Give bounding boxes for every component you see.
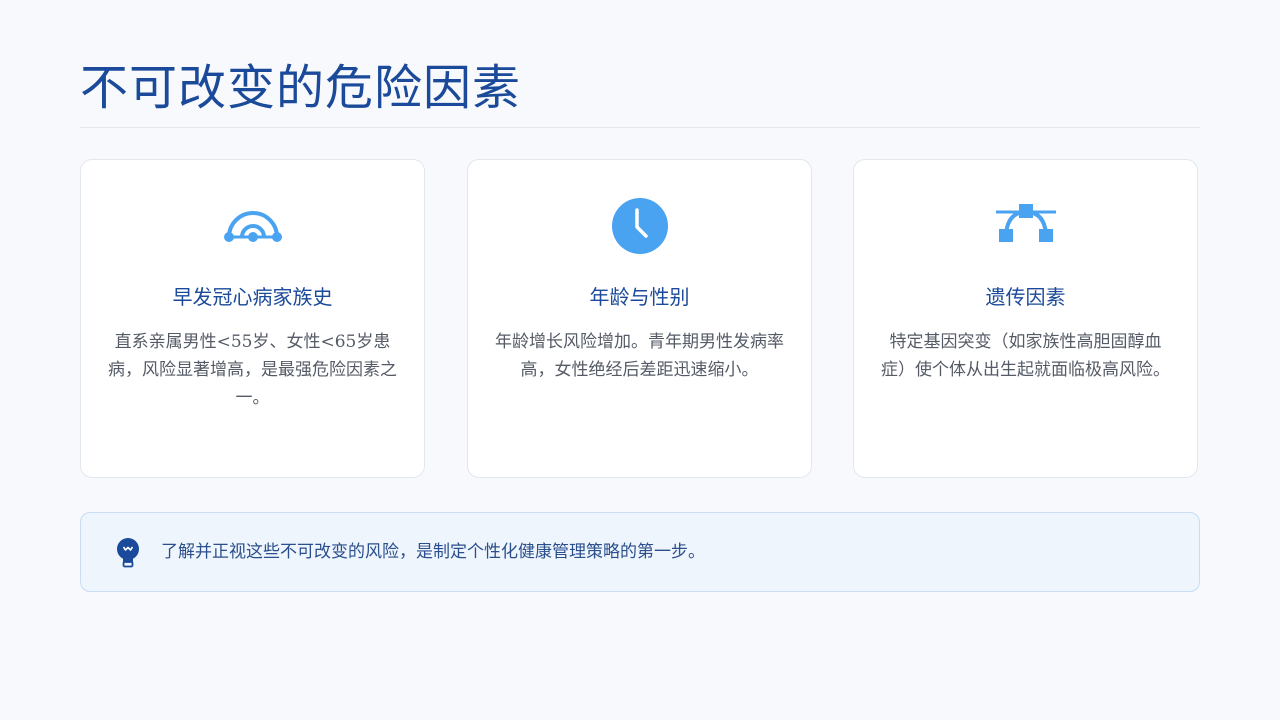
- card-description: 年龄增长风险增加。青年期男性发病率高，女性绝经后差距迅速缩小。: [495, 332, 784, 380]
- card-title: 早发冠心病家族史: [172, 285, 333, 309]
- risk-factor-cards: 早发冠心病家族史 直系亲属男性<55岁、女性<65岁患病，风险显著增高，是最强危…: [80, 159, 1200, 480]
- card-description: 特定基因突变（如家族性高胆固醇血症）使个体从出生起就面临极高风险。: [881, 332, 1170, 380]
- card-family-history: 早发冠心病家族史 直系亲属男性<55岁、女性<65岁患病，风险显著增高，是最强危…: [80, 159, 425, 478]
- card-title: 遗传因素: [985, 285, 1066, 309]
- card-genetics: 遗传因素 特定基因突变（如家族性高胆固醇血症）使个体从出生起就面临极高风险。: [853, 159, 1198, 478]
- title-divider: [80, 127, 1200, 128]
- family-tree-icon: [221, 194, 285, 258]
- card-title: 年龄与性别: [589, 285, 690, 309]
- bezier-curve-icon: [994, 194, 1058, 258]
- clock-icon: [608, 194, 672, 258]
- lightbulb-icon: [115, 538, 141, 568]
- page-title: 不可改变的危险因素: [80, 60, 522, 116]
- key-takeaway-callout: 了解并正视这些不可改变的风险，是制定个性化健康管理策略的第一步。: [80, 512, 1200, 592]
- card-age-gender: 年龄与性别 年龄增长风险增加。青年期男性发病率高，女性绝经后差距迅速缩小。: [467, 159, 812, 478]
- callout-text: 了解并正视这些不可改变的风险，是制定个性化健康管理策略的第一步。: [161, 542, 705, 562]
- slide: 不可改变的危险因素 早发冠心病家族史 直系亲属男性<55岁、女性<65岁患病，风…: [0, 0, 1280, 720]
- card-description: 直系亲属男性<55岁、女性<65岁患病，风险显著增高，是最强危险因素之一。: [108, 332, 397, 408]
